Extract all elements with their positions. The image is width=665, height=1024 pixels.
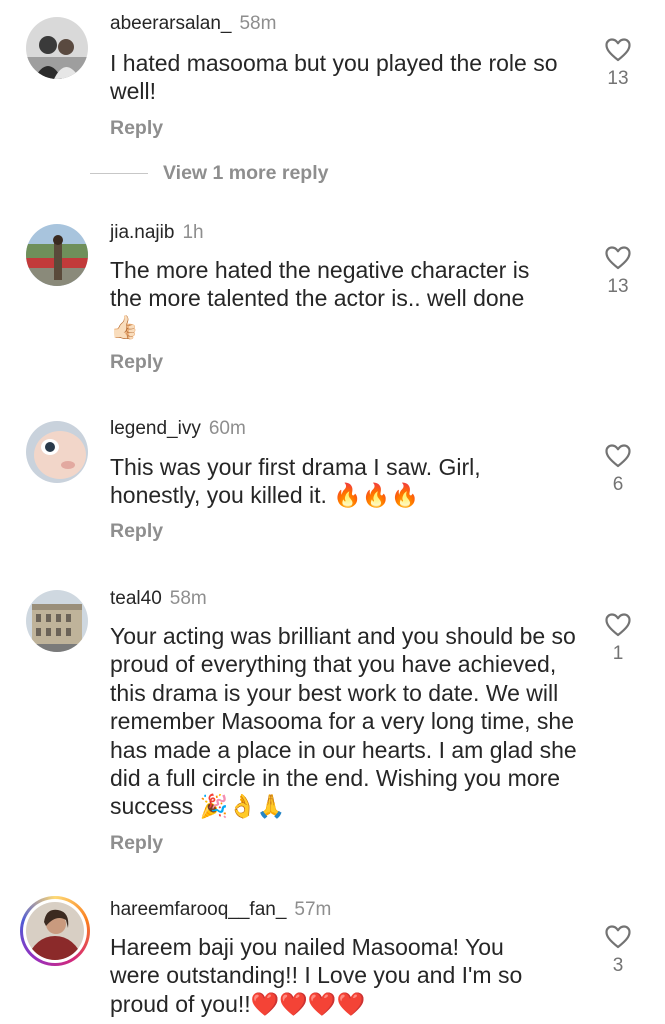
emoji: ❤️❤️❤️❤️ — [250, 991, 366, 1018]
username[interactable]: jia.najib — [110, 222, 174, 243]
username[interactable]: hareemfarooq__fan_ — [110, 899, 286, 920]
like-count: 3 — [612, 955, 624, 976]
username[interactable]: teal40 — [110, 588, 162, 609]
reply-button[interactable]: Reply — [110, 351, 163, 374]
comment-meta: teal40 58m — [110, 588, 207, 610]
username[interactable]: abeerarsalan_ — [110, 13, 231, 34]
heart-outline-icon — [605, 38, 631, 62]
heart-outline-icon — [605, 925, 631, 949]
emoji: 🎉👌🙏 — [199, 794, 286, 821]
avatar — [26, 902, 84, 960]
comment-body: The more hated the negative character is… — [110, 257, 530, 312]
avatar[interactable] — [26, 224, 88, 286]
comment-text: Hareem baji you nailed Masooma! You were… — [110, 933, 560, 1019]
like-count: 13 — [607, 276, 629, 297]
comment-body: I hated masooma but you played the role … — [110, 50, 558, 105]
avatar[interactable] — [26, 421, 88, 483]
avatar[interactable] — [26, 17, 88, 79]
comment-text: This was your first drama I saw. Girl, h… — [110, 453, 540, 511]
divider — [90, 173, 148, 174]
avatar-story-ring[interactable] — [20, 896, 90, 966]
comment-meta: hareemfarooq__fan_ 57m — [110, 899, 331, 921]
comment-item: teal40 58m Your acting was brilliant and … — [0, 578, 665, 868]
comment-item: hareemfarooq__fan_ 57m Hareem baji you na… — [0, 888, 665, 1024]
username[interactable]: legend_ivy — [110, 418, 201, 439]
comment-body: Your acting was brilliant and you should… — [110, 623, 577, 820]
reply-button[interactable]: Reply — [110, 117, 163, 140]
comment-meta: abeerarsalan_ 58m — [110, 13, 276, 35]
emoji: 👍🏻 — [110, 314, 139, 341]
like-button[interactable]: 13 — [598, 38, 638, 90]
view-more-label[interactable]: View 1 more reply — [163, 162, 328, 185]
like-button[interactable]: 1 — [598, 613, 638, 665]
timestamp: 58m — [239, 13, 277, 34]
timestamp: 1h — [182, 222, 204, 243]
timestamp: 57m — [294, 899, 332, 920]
comment-item: jia.najib 1h The more hated the negative … — [0, 210, 665, 380]
heart-outline-icon — [605, 444, 631, 468]
comment-item: abeerarsalan_ 58m I hated masooma but you… — [0, 0, 665, 150]
comment-text: Your acting was brilliant and you should… — [110, 622, 580, 822]
comment-item: legend_ivy 60m This was your first drama … — [0, 408, 665, 558]
heart-outline-icon — [605, 613, 631, 637]
like-count: 13 — [607, 68, 629, 89]
comment-meta: jia.najib 1h — [110, 222, 204, 244]
timestamp: 60m — [208, 418, 246, 439]
comment-text: I hated masooma but you played the role … — [110, 49, 560, 106]
comment-body: This was your first drama I saw. Girl, h… — [110, 454, 481, 509]
like-button[interactable]: 13 — [598, 246, 638, 298]
like-count: 1 — [612, 643, 624, 664]
comment-text: The more hated the negative character is… — [110, 256, 560, 342]
comment-meta: legend_ivy 60m — [110, 418, 246, 440]
timestamp: 58m — [169, 588, 207, 609]
avatar[interactable] — [26, 590, 88, 652]
reply-button[interactable]: Reply — [110, 520, 163, 543]
emoji: 🔥🔥🔥 — [333, 483, 420, 510]
like-button[interactable]: 6 — [598, 444, 638, 496]
like-button[interactable]: 3 — [598, 925, 638, 977]
heart-outline-icon — [605, 246, 631, 270]
like-count: 6 — [612, 474, 624, 495]
reply-button[interactable]: Reply — [110, 832, 163, 855]
